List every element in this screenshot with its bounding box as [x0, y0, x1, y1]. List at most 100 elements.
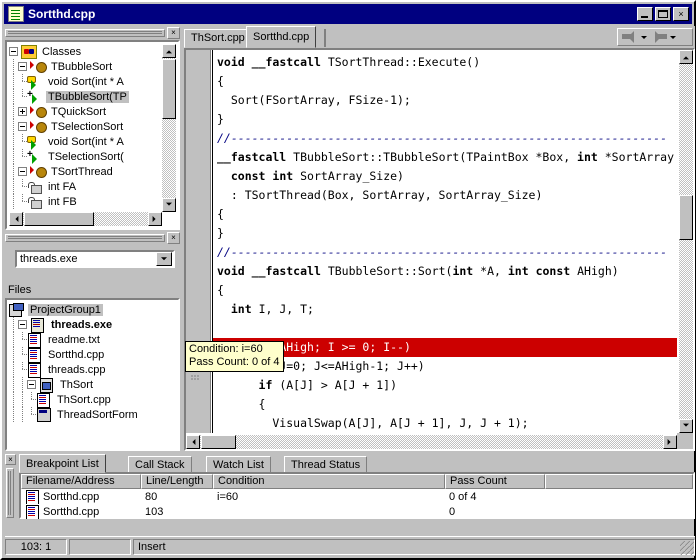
column-header[interactable]: Pass Count — [445, 474, 545, 489]
cell-line: 103 — [145, 505, 164, 518]
tree-guide — [18, 194, 28, 209]
code-text-area[interactable]: void __fastcall TSortThread::Execute(){ … — [212, 50, 677, 433]
tab-sortthd-cpp[interactable]: Sortthd.cpp — [246, 26, 317, 48]
code-line: { — [217, 74, 224, 88]
class-tree-vscrollbar[interactable] — [162, 44, 176, 212]
scroll-left-button[interactable] — [9, 212, 23, 226]
bottom-dock-drag-grip[interactable] — [6, 468, 14, 518]
dock-tab-thread-status[interactable]: Thread Status — [284, 456, 368, 473]
tree-node[interactable]: ThreadSortForm — [9, 407, 176, 422]
column-header[interactable]: Filename/Address — [21, 474, 141, 489]
tree-node[interactable]: readme.txt — [9, 332, 176, 348]
target-combobox[interactable]: threads.exe — [15, 250, 175, 268]
tree-node-label: ThSort — [60, 378, 94, 391]
vscroll-thumb[interactable] — [679, 195, 693, 240]
tree-node[interactable]: Sortthd.cpp — [9, 347, 176, 363]
class-explorer-close-button[interactable]: × — [167, 27, 180, 39]
arrow-left-icon[interactable] — [622, 31, 638, 43]
code-editor[interactable]: void __fastcall TSortThread::Execute(){ … — [184, 48, 695, 451]
table-row[interactable]: Sortthd.cpp 103 0 — [21, 504, 693, 519]
collapse-icon[interactable] — [18, 122, 27, 131]
scroll-up-button[interactable] — [679, 50, 693, 64]
scroll-down-button[interactable] — [679, 419, 693, 433]
tree-node[interactable]: void Sort(int * A — [9, 134, 176, 150]
tree-node[interactable]: Classes — [9, 44, 176, 59]
tree-node[interactable]: ProjectGroup1 — [9, 302, 176, 317]
tree-node-label: void Sort(int * A — [48, 75, 124, 88]
collapse-icon[interactable] — [27, 380, 36, 389]
tab-thsort-cpp[interactable]: ThSort.cpp — [184, 29, 252, 48]
dock-tab-breakpoint-list[interactable]: Breakpoint List — [19, 454, 106, 473]
class-icon — [30, 120, 47, 134]
status-insert-mode: Insert — [133, 538, 695, 555]
editor-hscrollbar[interactable] — [186, 435, 677, 449]
table-row[interactable]: Sortthd.cpp 80 i=60 0 of 4 — [21, 489, 693, 504]
tooltip-pass-count-line: Pass Count: 0 of 4 — [189, 356, 280, 368]
tree-node[interactable]: TBubbleSort — [9, 59, 176, 74]
drag-grip[interactable] — [5, 29, 165, 37]
scroll-down-button[interactable] — [162, 198, 176, 212]
dock-tab-watch-list[interactable]: Watch List — [206, 456, 271, 473]
tree-node[interactable]: TSelectionSort — [9, 119, 176, 134]
hscroll-thumb[interactable] — [201, 435, 236, 449]
class-tree[interactable]: Classes TBubbleSort void Sort(int * A TBubb… — [9, 44, 176, 226]
tree-node[interactable]: ThSort — [9, 377, 176, 393]
tree-guide — [9, 377, 18, 392]
tree-node[interactable]: int FB — [9, 194, 176, 209]
cell-filename-label: Sortthd.cpp — [43, 505, 100, 518]
breakpoint-tooltip: Condition: i=60 Pass Count: 0 of 4 — [185, 341, 284, 372]
forward-history-chevron-down-icon[interactable] — [669, 31, 678, 43]
class-tree-hscrollbar[interactable] — [9, 212, 162, 226]
tree-guide — [9, 104, 18, 119]
hscroll-thumb[interactable] — [24, 212, 94, 226]
back-history-chevron-down-icon[interactable] — [640, 31, 649, 43]
editor-gutter[interactable] — [186, 50, 211, 433]
maximize-button[interactable] — [655, 7, 671, 21]
field-icon — [27, 180, 43, 194]
collapse-icon[interactable] — [9, 47, 18, 56]
tree-node[interactable]: ThSort.cpp — [9, 392, 176, 408]
column-header[interactable]: Condition — [213, 474, 445, 489]
tree-node[interactable]: TQuickSort — [9, 104, 176, 119]
collapse-icon[interactable] — [18, 167, 27, 176]
dock-tab-call-stack[interactable]: Call Stack — [128, 456, 192, 473]
code-line: //--------------------------------------… — [217, 131, 668, 145]
close-button[interactable]: × — [673, 7, 689, 21]
collapse-icon[interactable] — [18, 320, 27, 329]
tree-node[interactable]: TBubbleSort(TP — [9, 89, 176, 104]
scroll-up-button[interactable] — [162, 44, 176, 58]
tree-guide — [27, 392, 37, 407]
vscroll-thumb[interactable] — [162, 59, 176, 119]
window-resize-grip[interactable] — [680, 541, 694, 555]
breakpoint-list-grid[interactable]: Filename/Address Line/Length Condition Pass… — [19, 472, 695, 519]
expand-icon[interactable] — [18, 107, 27, 116]
collapse-icon[interactable] — [18, 62, 27, 71]
files-tree[interactable]: ProjectGroup1 threads.exe readme.txt Sortth… — [9, 302, 176, 447]
tree-guide — [18, 332, 28, 347]
bottom-dock-close-button[interactable]: × — [5, 454, 16, 465]
scroll-right-button[interactable] — [663, 435, 677, 449]
scroll-right-button[interactable] — [148, 212, 162, 226]
window-title: Sortthd.cpp — [28, 7, 96, 21]
tree-node[interactable]: threads.exe — [9, 317, 176, 333]
editor-dock: ThSort.cpp Sortthd.cpp void __fastcall T… — [184, 26, 695, 451]
tree-node-label: TBubbleSort(TP — [46, 90, 129, 103]
column-header[interactable]: Line/Length — [141, 474, 213, 489]
arrow-right-icon[interactable] — [651, 31, 667, 43]
code-line: void __fastcall TSortThread::Execute() — [217, 55, 481, 69]
tree-guide — [18, 134, 28, 149]
editor-vscrollbar[interactable] — [679, 50, 693, 433]
tree-node[interactable]: TSortThread — [9, 164, 176, 179]
code-line: { — [217, 397, 266, 411]
minimize-button[interactable] — [637, 7, 653, 21]
project-manager-grip-row: × — [5, 231, 180, 245]
tree-node[interactable]: int FA — [9, 179, 176, 194]
column-header[interactable] — [545, 474, 693, 489]
drag-grip[interactable] — [5, 234, 165, 242]
project-manager-close-button[interactable]: × — [167, 232, 180, 244]
tree-node[interactable]: threads.cpp — [9, 362, 176, 378]
chevron-down-icon[interactable] — [156, 252, 172, 266]
tree-node[interactable]: void Sort(int * A — [9, 74, 176, 90]
tree-node[interactable]: TSelectionSort( — [9, 149, 176, 164]
scroll-left-button[interactable] — [186, 435, 200, 449]
